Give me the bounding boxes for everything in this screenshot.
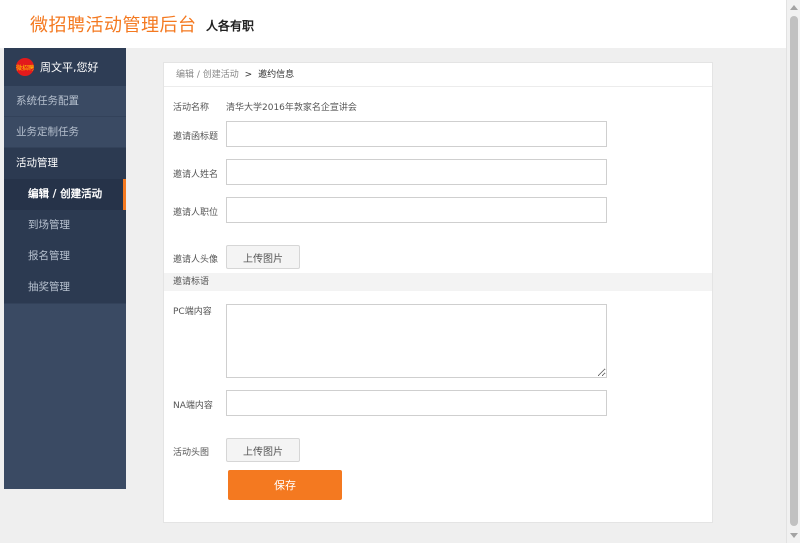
sidebar-item-system-tasks[interactable]: 系统任务配置	[4, 86, 126, 117]
scroll-up-arrow-icon[interactable]	[790, 5, 798, 10]
sidebar-item-checkin-management[interactable]: 到场管理	[4, 210, 126, 241]
pc-content-textarea[interactable]	[226, 304, 607, 378]
na-content-label: NA端内容	[173, 401, 213, 411]
invite-title-input[interactable]	[226, 121, 607, 147]
user-greeting: 周文平,您好	[40, 61, 99, 74]
inviter-position-label: 邀请人职位	[173, 208, 219, 218]
sidebar-item-business-tasks[interactable]: 业务定制任务	[4, 117, 126, 148]
sidebar: 微招聘 周文平,您好 系统任务配置 业务定制任务 活动管理 编辑 / 创建活动 …	[4, 48, 126, 489]
app-logo: 微招聘活动管理后台	[30, 15, 197, 36]
sidebar-item-activity-management[interactable]: 活动管理	[4, 148, 126, 179]
na-content-input[interactable]	[226, 390, 607, 416]
inviter-name-label: 邀请人姓名	[173, 170, 219, 180]
inviter-avatar-label: 邀请人头像	[173, 255, 219, 265]
sidebar-item-lottery-management[interactable]: 抽奖管理	[4, 272, 126, 303]
scroll-down-arrow-icon[interactable]	[790, 533, 798, 538]
breadcrumb-separator: >	[244, 70, 253, 80]
content-panel: 编辑 / 创建活动 > 邀约信息 活动名称 清华大学2016年敦家名企宣讲会 邀…	[163, 62, 713, 523]
scroll-thumb[interactable]	[790, 16, 798, 526]
avatar: 微招聘	[16, 58, 34, 76]
activity-image-label: 活动头图	[173, 448, 210, 458]
invite-title-label: 邀请函标题	[173, 132, 219, 142]
inviter-name-input[interactable]	[226, 159, 607, 185]
top-bar: 微招聘活动管理后台 人各有职	[0, 0, 786, 48]
inviter-position-input[interactable]	[226, 197, 607, 223]
user-info: 微招聘 周文平,您好	[4, 48, 126, 86]
sidebar-item-edit-create-activity[interactable]: 编辑 / 创建活动	[4, 179, 126, 210]
save-button[interactable]: 保存	[228, 470, 342, 500]
page-scrollbar[interactable]	[786, 0, 800, 543]
pc-content-label: PC端内容	[173, 307, 212, 317]
upload-activity-image-button[interactable]: 上传图片	[226, 438, 300, 462]
app-slogan: 人各有职	[206, 19, 255, 33]
breadcrumb-parent-link[interactable]: 编辑 / 创建活动	[176, 70, 239, 80]
sidebar-item-registration-management[interactable]: 报名管理	[4, 241, 126, 272]
upload-inviter-avatar-button[interactable]: 上传图片	[226, 245, 300, 269]
activity-name-label: 活动名称	[173, 103, 210, 113]
breadcrumb-current: 邀约信息	[258, 70, 295, 80]
sidebar-group-activity: 活动管理 编辑 / 创建活动 到场管理 报名管理 抽奖管理	[4, 148, 126, 304]
breadcrumb: 编辑 / 创建活动 > 邀约信息	[164, 63, 712, 87]
activity-name-value: 清华大学2016年敦家名企宣讲会	[226, 103, 357, 113]
invite-slogan-section: 邀请标语	[164, 273, 712, 291]
